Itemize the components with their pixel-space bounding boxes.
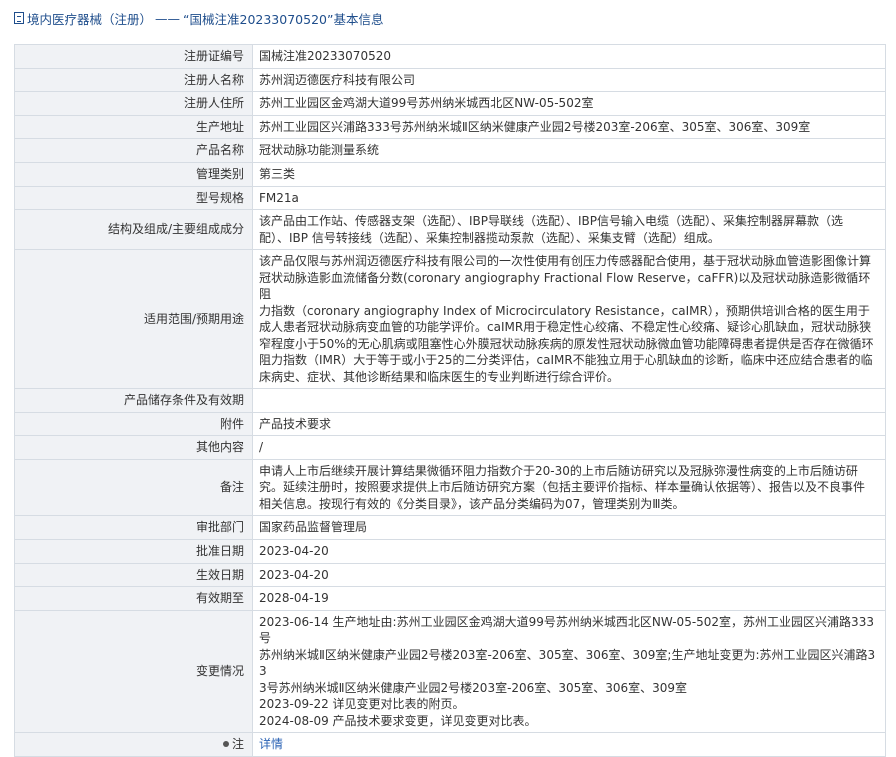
table-row: 结构及组成/主要组成成分 该产品由工作站、传感器支架（选配）、IBP导联线（选配… — [14, 209, 886, 251]
table-row: 有效期至 2028-04-19 — [14, 586, 886, 611]
table-row: 审批部门 国家药品监督管理局 — [14, 515, 886, 541]
table-row: 生效日期 2023-04-20 — [14, 562, 886, 588]
scope-line: 冠状动脉造影血流储备分数(coronary angiography Fracti… — [259, 270, 871, 302]
table-row: 产品储存条件及有效期 — [14, 388, 886, 413]
storage-label: 产品储存条件及有效期 — [14, 388, 253, 413]
authority-label: 审批部门 — [14, 515, 253, 541]
details-link[interactable]: 详情 — [259, 737, 283, 751]
product-name-value: 冠状动脉功能测量系统 — [252, 138, 886, 163]
model-label: 型号规格 — [14, 185, 253, 211]
product-name-label: 产品名称 — [14, 138, 253, 163]
scope-line: 该产品仅限与苏州润迈德医疗科技有限公司的一次性使用有创压力传感器配合使用，基于冠… — [259, 254, 872, 269]
document-icon — [14, 12, 24, 24]
remark-label: 备注 — [14, 458, 253, 517]
note-label-cell: 注 — [14, 732, 253, 757]
table-row: 注 详情 — [14, 732, 886, 757]
scope-value: 该产品仅限与苏州润迈德医疗科技有限公司的一次性使用有创压力传感器配合使用，基于冠… — [252, 249, 886, 390]
annex-label: 附件 — [14, 411, 253, 437]
registration-info-table: 注册证编号 国械注准20233070520 注册人名称 苏州润迈德医疗科技有限公… — [14, 44, 886, 757]
page-header: 境内医疗器械（注册） —— “国械注准20233070520”基本信息 — [0, 0, 896, 36]
structure-value: 该产品由工作站、传感器支架（选配）、IBP导联线（选配）、IBP信号输入电缆（选… — [252, 209, 886, 251]
reg-no-value: 国械注准20233070520 — [252, 44, 886, 69]
table-row: 注册证编号 国械注准20233070520 — [14, 44, 886, 69]
expiry-value: 2028-04-19 — [252, 586, 886, 611]
changes-value: 2023-06-14 生产地址由:苏州工业园区金鸡湖大道99号苏州纳米城西北区N… — [252, 609, 886, 734]
production-address-value: 苏州工业园区兴浦路333号苏州纳米城Ⅱ区纳米健康产业园2号楼203室-206室、… — [252, 114, 886, 140]
table-row: 生产地址 苏州工业园区兴浦路333号苏州纳米城Ⅱ区纳米健康产业园2号楼203室-… — [14, 114, 886, 140]
remark-line: 申请人上市后继续开展计算结果微循环阻力指数介于20-30的上市后随访研究以及冠脉… — [259, 463, 858, 478]
record-title: “国械注准20233070520”基本信息 — [183, 11, 384, 27]
authority-value: 国家药品监督管理局 — [252, 515, 886, 541]
registrant-label: 注册人名称 — [14, 67, 253, 93]
scope-line: 力指数（coronary angiography Index of Microc… — [259, 303, 870, 318]
management-class-value: 第三类 — [252, 161, 886, 187]
scope-line: 阻力指数（IMR）大于等于或小于25的二分类评估，caIMR不能独立用于心肌缺血… — [259, 353, 873, 368]
changes-line: 2024-08-09 产品技术要求变更，详见变更对比表。 — [259, 713, 537, 728]
scope-label: 适用范围/预期用途 — [14, 249, 253, 390]
reg-no-label: 注册证编号 — [14, 44, 253, 69]
scope-line: 成人患者冠状动脉病变血管的功能学评价。caIMR用于稳定性心绞痛、不稳定性心绞痛… — [259, 320, 872, 335]
storage-value — [252, 388, 886, 413]
approve-date-label: 批准日期 — [14, 539, 253, 564]
changes-line: 2023-09-22 详见变更对比表的附页。 — [259, 697, 465, 712]
registrant-address-value: 苏州工业园区金鸡湖大道99号苏州纳米城西北区NW-05-502室 — [252, 91, 886, 116]
annex-value: 产品技术要求 — [252, 411, 886, 437]
changes-label: 变更情况 — [14, 609, 253, 734]
breadcrumb-section[interactable]: 境内医疗器械（注册） — [27, 9, 152, 28]
note-label: 注 — [231, 737, 244, 752]
registrant-address-label: 注册人住所 — [14, 91, 253, 116]
production-address-label: 生产地址 — [14, 114, 253, 140]
structure-label: 结构及组成/主要组成成分 — [14, 209, 253, 251]
changes-line: 2023-06-14 生产地址由:苏州工业园区金鸡湖大道99号苏州纳米城西北区N… — [259, 614, 874, 646]
table-row: 备注 申请人上市后继续开展计算结果微循环阻力指数介于20-30的上市后随访研究以… — [14, 458, 886, 517]
model-value: FM21a — [252, 185, 886, 211]
other-value: / — [252, 435, 886, 460]
management-class-label: 管理类别 — [14, 161, 253, 187]
structure-line: 该产品由工作站、传感器支架（选配）、IBP导联线（选配）、IBP信号输入电缆（选… — [259, 214, 844, 229]
changes-line: 3号苏州纳米城Ⅱ区纳米健康产业园2号楼203室-206室、305室、306室、3… — [259, 680, 688, 695]
approve-date-value: 2023-04-20 — [252, 539, 886, 564]
registrant-value: 苏州润迈德医疗科技有限公司 — [252, 67, 886, 93]
scope-line: 床病史、症状、其他诊断结果和临床医生的专业判断进行综合评价。 — [259, 369, 620, 384]
changes-line: 苏州纳米城Ⅱ区纳米健康产业园2号楼203室-206室、305室、306室、309… — [259, 647, 876, 679]
effective-date-label: 生效日期 — [14, 562, 253, 588]
table-row: 批准日期 2023-04-20 — [14, 539, 886, 564]
structure-line: 配）、IBP 信号转接线（选配）、采集控制器揽动泵款（选配）、采集支臂（选配）组… — [259, 230, 720, 245]
bullet-icon — [222, 740, 229, 747]
other-label: 其他内容 — [14, 435, 253, 460]
table-row: 其他内容 / — [14, 435, 886, 460]
expiry-label: 有效期至 — [14, 586, 253, 611]
table-row: 管理类别 第三类 — [14, 161, 886, 187]
table-row: 附件 产品技术要求 — [14, 411, 886, 437]
table-row: 注册人住所 苏州工业园区金鸡湖大道99号苏州纳米城西北区NW-05-502室 — [14, 91, 886, 116]
table-row: 产品名称 冠状动脉功能测量系统 — [14, 138, 886, 163]
note-value: 详情 — [252, 732, 886, 757]
scope-line: 窄程度小于50%的无心肌病或阻塞性心外膜冠状动脉疾病的原发性冠状动脉微血管功能障… — [259, 336, 874, 351]
table-row: 适用范围/预期用途 该产品仅限与苏州润迈德医疗科技有限公司的一次性使用有创压力传… — [14, 249, 886, 390]
remark-line: 究。延续注册时，按照要求提供上市后随访研究方案（包括主要评价指标、样本量确认依据… — [259, 480, 866, 495]
effective-date-value: 2023-04-20 — [252, 562, 886, 588]
table-row: 注册人名称 苏州润迈德医疗科技有限公司 — [14, 67, 886, 93]
remark-value: 申请人上市后继续开展计算结果微循环阻力指数介于20-30的上市后随访研究以及冠脉… — [252, 458, 886, 517]
remark-line: 相关信息。按现行有效的《分类目录》，该产品分类编码为07，管理类别为Ⅲ类。 — [259, 496, 685, 511]
table-row: 变更情况 2023-06-14 生产地址由:苏州工业园区金鸡湖大道99号苏州纳米… — [14, 609, 886, 734]
breadcrumb-separator: —— — [155, 10, 181, 26]
table-row: 型号规格 FM21a — [14, 185, 886, 211]
